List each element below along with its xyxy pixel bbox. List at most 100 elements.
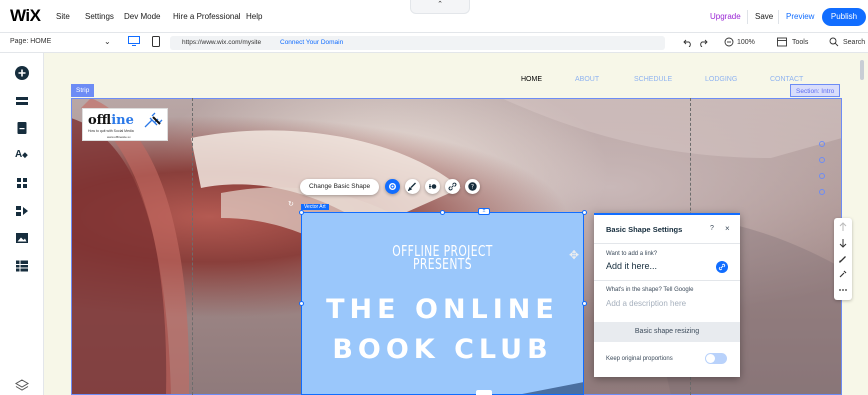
- undo-icon[interactable]: [683, 37, 693, 47]
- business-icon[interactable]: [14, 203, 30, 219]
- layers-icon[interactable]: [14, 377, 30, 393]
- preview-button[interactable]: Preview: [786, 12, 814, 21]
- gear-icon: [389, 183, 396, 190]
- svg-text:?: ?: [471, 184, 474, 191]
- nav-schedule[interactable]: SCHEDULE: [634, 76, 672, 83]
- rotate-handle-icon[interactable]: ↻: [288, 200, 294, 208]
- menu-settings[interactable]: Settings: [85, 12, 114, 21]
- title-line-1[interactable]: THE ONLINE: [301, 294, 584, 325]
- plug-icon: [144, 112, 163, 128]
- panel-help-button[interactable]: ?: [710, 225, 714, 232]
- tools-icon[interactable]: [777, 37, 787, 47]
- apps-icon[interactable]: [14, 175, 30, 191]
- wix-logo[interactable]: WiX: [10, 6, 41, 26]
- logo-url: www.offlinesite.xx: [107, 135, 131, 139]
- resize-handle-tr[interactable]: [582, 210, 587, 215]
- animation-icon: [429, 184, 437, 189]
- logo-tagline: How to quit with Social Media: [88, 129, 134, 133]
- anchor-dot[interactable]: [819, 189, 825, 195]
- panel-close-button[interactable]: ×: [725, 224, 730, 233]
- divider: [778, 10, 779, 24]
- link-icon: [448, 182, 457, 191]
- anchor-dot[interactable]: [819, 157, 825, 163]
- menu-site[interactable]: Site: [56, 12, 70, 21]
- resize-handle-top[interactable]: [440, 210, 445, 215]
- eyedropper-icon[interactable]: [838, 269, 848, 279]
- media-icon[interactable]: [14, 230, 30, 246]
- zoom-icon[interactable]: [724, 37, 734, 47]
- resize-section-label: Basic shape resizing: [634, 328, 700, 335]
- redo-icon[interactable]: [698, 37, 708, 47]
- title-line-2[interactable]: BOOK CLUB: [301, 334, 584, 365]
- page-bar: Page: HOME ⌄ https://www.wix.com/mysite …: [0, 33, 868, 53]
- cms-icon[interactable]: [14, 258, 30, 274]
- divider: [747, 10, 748, 24]
- save-button[interactable]: Save: [755, 12, 773, 21]
- resize-handle-right[interactable]: [582, 301, 587, 306]
- bottom-handle[interactable]: [476, 390, 492, 395]
- search-button[interactable]: Search: [843, 39, 865, 46]
- add-elements-icon[interactable]: [14, 65, 30, 81]
- design-button[interactable]: [405, 179, 420, 194]
- nav-lodging[interactable]: LODGING: [705, 76, 737, 83]
- arrow-up-icon[interactable]: [838, 222, 848, 232]
- shape-type-tag: Vector Art: [301, 204, 329, 210]
- keep-proportions-label: Keep original proportions: [606, 356, 673, 362]
- header-strip: [44, 53, 868, 98]
- page-select[interactable]: Page: HOME: [10, 38, 51, 45]
- stretch-handle-icon[interactable]: ±: [478, 208, 490, 215]
- headline-line-2[interactable]: PRESENTS: [341, 257, 545, 272]
- top-bar: WiX Site Settings Dev Mode Hire a Profes…: [0, 0, 868, 33]
- add-link-field[interactable]: Add it here...: [606, 261, 657, 271]
- help-button[interactable]: ?: [465, 179, 480, 194]
- search-icon[interactable]: [829, 37, 839, 47]
- move-cursor-icon: ✥: [569, 248, 580, 262]
- connect-domain-link[interactable]: Connect Your Domain: [280, 39, 343, 46]
- publish-button[interactable]: Publish: [822, 8, 866, 26]
- sections-icon[interactable]: [14, 93, 30, 109]
- design-icon[interactable]: A◆: [15, 149, 28, 160]
- settings-button[interactable]: [385, 179, 400, 194]
- strip-label[interactable]: Strip: [71, 84, 95, 97]
- chevron-down-icon[interactable]: ⌄: [104, 37, 111, 46]
- arrow-down-icon[interactable]: [838, 238, 848, 248]
- nav-about[interactable]: ABOUT: [575, 76, 599, 83]
- tools-button[interactable]: Tools: [792, 39, 808, 46]
- panel-title: Basic Shape Settings: [606, 225, 683, 234]
- add-link-button[interactable]: [716, 261, 728, 273]
- anchor-dot[interactable]: [819, 173, 825, 179]
- site-url: https://www.wix.com/mysite: [182, 39, 262, 46]
- help-icon: ?: [468, 182, 477, 191]
- nav-contact[interactable]: CONTACT: [770, 76, 803, 83]
- brush-icon: [408, 182, 416, 191]
- resize-handle-left[interactable]: [299, 301, 304, 306]
- site-logo[interactable]: offline How to quit with Social Media ww…: [82, 108, 168, 141]
- editor-canvas[interactable]: HOME ABOUT SCHEDULE LODGING CONTACT Stri…: [44, 53, 868, 395]
- nav-home[interactable]: HOME: [521, 76, 542, 83]
- link-button[interactable]: [445, 179, 460, 194]
- mobile-view-icon[interactable]: [152, 36, 160, 47]
- collapse-topbar-button[interactable]: ⌃: [410, 0, 470, 14]
- menu-help[interactable]: Help: [246, 12, 262, 21]
- upgrade-link[interactable]: Upgrade: [710, 12, 741, 21]
- left-toolbar: A◆: [0, 53, 44, 395]
- section-label[interactable]: Section: Intro: [790, 84, 841, 97]
- more-icon[interactable]: [838, 285, 848, 295]
- zoom-level[interactable]: 100%: [737, 39, 755, 46]
- link-question: Want to add a link?: [606, 251, 658, 257]
- menu-dev-mode[interactable]: Dev Mode: [124, 12, 160, 21]
- logo-wordmark: offline: [88, 113, 134, 128]
- description-input[interactable]: Add a description here: [606, 299, 686, 308]
- menu-hire-professional[interactable]: Hire a Professional: [173, 12, 241, 21]
- resize-handle-tl[interactable]: [299, 210, 304, 215]
- anchor-dot[interactable]: [819, 141, 825, 147]
- toggle-knob: [706, 354, 715, 363]
- desktop-view-icon[interactable]: [128, 36, 140, 46]
- pages-icon[interactable]: [14, 120, 30, 136]
- change-shape-button[interactable]: Change Basic Shape: [300, 179, 380, 195]
- animation-button[interactable]: [425, 179, 440, 194]
- pencil-icon[interactable]: [838, 254, 848, 264]
- scrollbar-thumb[interactable]: [860, 60, 864, 80]
- divider: [594, 280, 740, 281]
- quick-actions-toolbar: [834, 218, 852, 300]
